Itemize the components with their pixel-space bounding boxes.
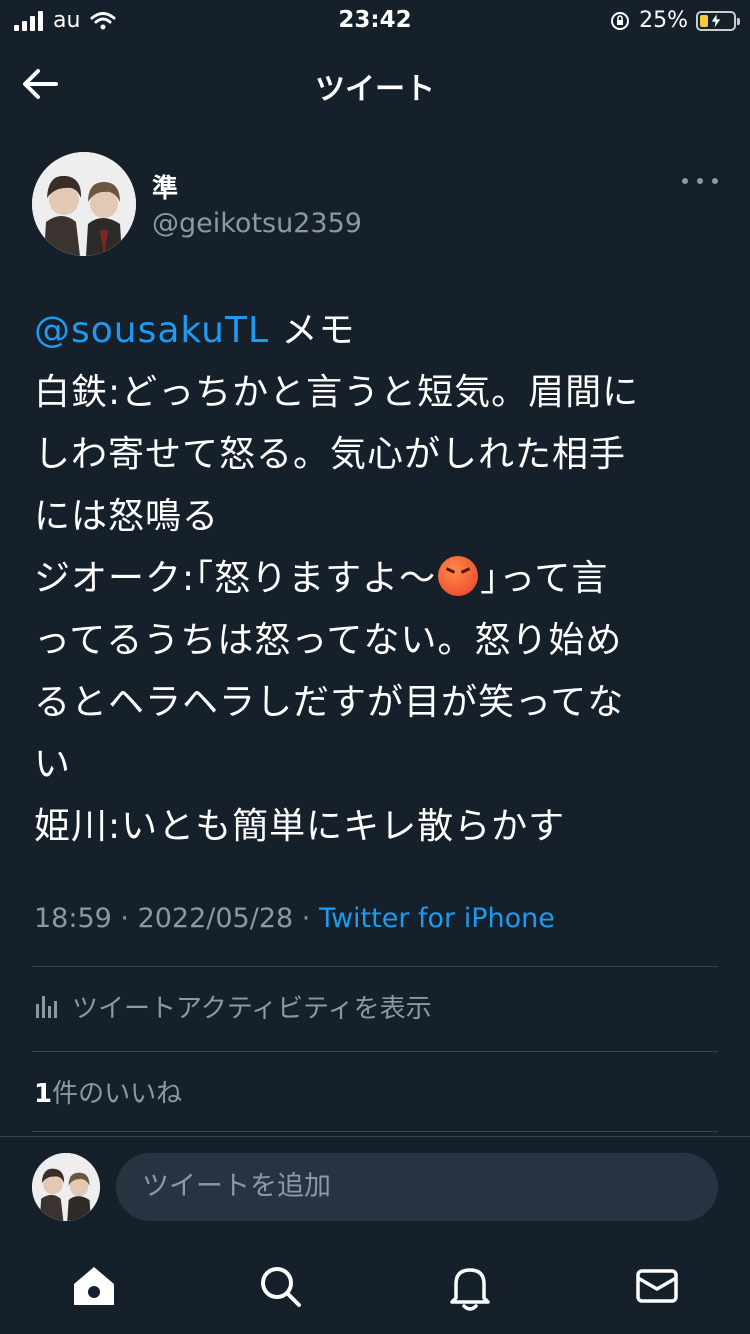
- tweet-text-line: い: [34, 744, 72, 785]
- author-avatar[interactable]: [32, 152, 136, 256]
- angry-face-emoji-icon: [438, 556, 479, 596]
- tweet-text-line: メモ: [269, 310, 356, 351]
- battery-percent: 25%: [639, 8, 688, 33]
- meta-separator: ·: [111, 903, 138, 934]
- tab-home[interactable]: [66, 1258, 122, 1314]
- charging-bolt-icon: [710, 12, 722, 29]
- tweet-text-line: しわ寄せて怒る。気心がしれた相手: [34, 434, 627, 475]
- divider: [32, 966, 718, 967]
- tweet-text-line: ジオーク:｢怒りますよ〜: [34, 558, 437, 599]
- author-handle[interactable]: @geikotsu2359: [152, 208, 362, 239]
- author-name[interactable]: 準: [152, 168, 178, 205]
- home-icon: [74, 1267, 114, 1305]
- tab-messages[interactable]: [629, 1258, 685, 1314]
- tab-notifications[interactable]: [442, 1258, 498, 1314]
- search-icon: [261, 1267, 301, 1307]
- tweet-time: 18:59: [34, 903, 112, 934]
- tweet-text-line: 白鉄:どっちかと言うと短気。眉間に: [34, 372, 640, 413]
- tweet-text: @sousakuTL メモ 白鉄:どっちかと言うと短気。眉間に しわ寄せて怒る。…: [34, 300, 714, 858]
- tweet-text-line: るとヘラヘラしだすが目が笑ってな: [34, 682, 625, 723]
- tweet-text-line: ってるうちは怒ってない。怒り始め: [34, 620, 623, 661]
- orientation-lock-icon: [611, 11, 630, 30]
- tweet-meta: 18:59 · 2022/05/28 · Twitter for iPhone: [34, 903, 555, 934]
- tweet-activity-link[interactable]: ツイートアクティビティを表示: [34, 986, 432, 1026]
- meta-separator: ·: [293, 903, 319, 934]
- tweet-author: 準 @geikotsu2359: [32, 152, 722, 262]
- analytics-icon: [36, 996, 57, 1018]
- my-avatar[interactable]: [32, 1153, 100, 1221]
- reply-input[interactable]: ツイートを追加: [116, 1153, 718, 1221]
- tweet-text-line: には怒鳴る: [34, 496, 220, 537]
- more-options-icon[interactable]: [682, 178, 718, 190]
- reply-bar: ツイートを追加: [0, 1136, 750, 1237]
- likes-number: 1: [34, 1079, 53, 1109]
- avatar-illustration: [32, 152, 136, 256]
- notifications-icon: [450, 1268, 490, 1311]
- tweet-text-line: ｣って言: [480, 558, 609, 599]
- status-bar: au 23:42 25%: [0, 0, 750, 44]
- top-nav: ツイート: [0, 44, 750, 124]
- tweet-activity-label: ツイートアクティビティを表示: [72, 993, 432, 1024]
- divider: [32, 1051, 718, 1052]
- tab-search[interactable]: [252, 1258, 308, 1314]
- battery-fill: [700, 14, 708, 27]
- page-title: ツイート: [315, 72, 435, 107]
- bottom-tab-bar: [0, 1236, 750, 1334]
- messages-icon: [636, 1269, 678, 1303]
- tweet-source-link[interactable]: Twitter for iPhone: [319, 903, 555, 934]
- tweet-text-line: 姫川:いとも簡単にキレ散らかす: [34, 806, 566, 847]
- likes-label: 件のいいね: [52, 1079, 183, 1109]
- tweet-date: 2022/05/28: [137, 903, 294, 934]
- status-right: 25%: [609, 8, 740, 33]
- likes-count[interactable]: 1件のいいね: [34, 1073, 182, 1110]
- mention-link[interactable]: @sousakuTL: [34, 310, 269, 351]
- avatar-illustration: [32, 1153, 100, 1221]
- battery-icon: [696, 10, 740, 31]
- divider: [32, 1131, 718, 1132]
